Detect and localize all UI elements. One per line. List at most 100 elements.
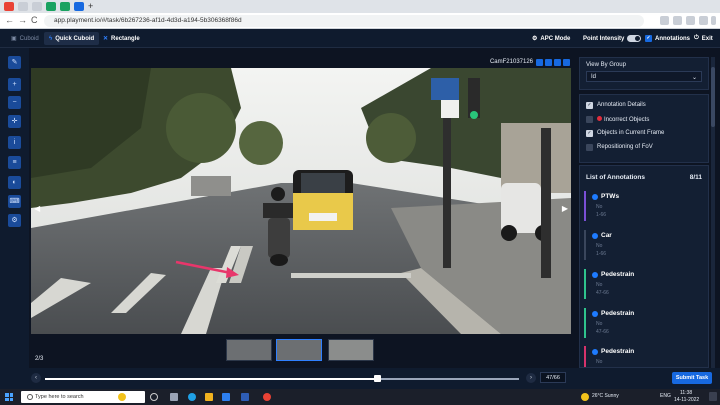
url-field[interactable]: app.playment.io/#/task/6b267236-af1d-4d3… bbox=[44, 15, 644, 27]
expand-icon[interactable] bbox=[563, 59, 570, 66]
timeline-bar: ‹ › 47/66 Submit Task bbox=[0, 368, 720, 389]
color-bar bbox=[584, 346, 586, 367]
settings-icon[interactable]: ⚙ bbox=[8, 214, 21, 227]
objects-current-frame-checkbox[interactable]: ✓ bbox=[586, 130, 593, 137]
back-icon[interactable]: ← bbox=[5, 15, 14, 25]
tab-favicon-icon[interactable] bbox=[18, 2, 28, 11]
panel-scrollbar[interactable] bbox=[711, 57, 715, 368]
windows-start-icon[interactable] bbox=[5, 393, 13, 401]
task-view-icon[interactable] bbox=[150, 393, 158, 401]
crosshair-icon[interactable]: ✛ bbox=[8, 115, 21, 128]
pencil-icon[interactable]: ✎ bbox=[8, 56, 21, 69]
tab-sheets-icon[interactable] bbox=[46, 2, 56, 11]
chevron-down-icon: ⌄ bbox=[691, 75, 697, 81]
clock-date[interactable]: 14-11-2022 bbox=[674, 397, 699, 403]
list-item[interactable]: Car No 1-66 bbox=[584, 230, 702, 260]
os-taskbar: Type here to search 26°C Sunny ENG 11:38… bbox=[0, 389, 720, 405]
layers-icon[interactable]: ≡ bbox=[8, 156, 21, 169]
prev-frame-icon[interactable]: ‹ bbox=[31, 373, 41, 383]
annotation-status: No bbox=[596, 204, 603, 210]
submit-task-button[interactable]: Submit Task bbox=[672, 372, 712, 384]
rectangle-icon: ✕ bbox=[103, 36, 109, 42]
address-bar: ← → C app.playment.io/#/task/6b267236-af… bbox=[0, 13, 720, 29]
widgets-icon[interactable] bbox=[170, 393, 178, 401]
tab-active-icon[interactable] bbox=[74, 2, 84, 11]
annotation-title: Car bbox=[601, 232, 612, 239]
frame-slider-handle[interactable] bbox=[373, 375, 381, 382]
list-item[interactable]: Pedestrain No bbox=[584, 346, 702, 367]
reload-icon[interactable]: C bbox=[31, 15, 38, 25]
annotation-details-checkbox[interactable]: ✓ bbox=[586, 102, 593, 109]
frame-slider[interactable] bbox=[45, 375, 519, 382]
keyboard-icon[interactable]: ⌨ bbox=[8, 195, 21, 208]
point-intensity-toggle[interactable]: Point Intensity bbox=[578, 32, 646, 45]
exit-label: Exit bbox=[701, 35, 713, 42]
group-select[interactable]: Id ⌄ bbox=[586, 71, 702, 82]
eye-icon[interactable] bbox=[554, 59, 561, 66]
zoom-out-icon[interactable]: − bbox=[8, 96, 21, 109]
thumbnail-3[interactable] bbox=[328, 339, 374, 361]
tab-favicon-icon[interactable] bbox=[4, 2, 14, 11]
refresh-icon[interactable] bbox=[536, 59, 543, 66]
pin-icon[interactable] bbox=[545, 59, 552, 66]
checkbox-checked-icon[interactable]: ✓ bbox=[645, 35, 652, 42]
list-item[interactable]: Pedestrain No 47-66 bbox=[584, 308, 702, 338]
view-by-group-section: View By Group Id ⌄ bbox=[579, 57, 709, 90]
forward-icon[interactable]: → bbox=[18, 15, 27, 25]
cuboid-button[interactable]: ▣ Cuboid bbox=[6, 32, 44, 45]
annotation-title: PTWs bbox=[601, 193, 620, 200]
list-item[interactable]: Pedestrain No 47-66 bbox=[584, 269, 702, 299]
annotation-title: Pedestrain bbox=[601, 310, 635, 317]
next-image-icon[interactable]: ▶ bbox=[562, 204, 568, 213]
annotation-details-label: Annotation Details bbox=[597, 102, 646, 108]
zoom-icon[interactable] bbox=[660, 16, 669, 25]
extensions-icon[interactable] bbox=[699, 16, 708, 25]
exit-button[interactable]: ⏻ Exit bbox=[689, 32, 718, 45]
annotations-title: List of Annotations bbox=[586, 174, 645, 181]
file-explorer-icon[interactable] bbox=[205, 393, 213, 401]
news-icon[interactable] bbox=[118, 393, 126, 401]
options-section: ✓ Annotation Details Incorrect Objects ✓… bbox=[579, 94, 709, 163]
color-bar bbox=[584, 308, 586, 338]
prev-image-icon[interactable]: ◀ bbox=[34, 204, 40, 213]
thumbnail-1[interactable] bbox=[226, 339, 272, 361]
quick-cuboid-button[interactable]: ϟ Quick Cuboid bbox=[44, 32, 100, 45]
chrome-icon[interactable] bbox=[263, 393, 271, 401]
annotation-title: Pedestrain bbox=[601, 271, 635, 278]
scrollbar-thumb[interactable] bbox=[711, 67, 715, 127]
language-indicator[interactable]: ENG bbox=[660, 393, 671, 399]
next-frame-icon[interactable]: › bbox=[526, 373, 536, 383]
repositioning-fov-checkbox[interactable] bbox=[586, 144, 593, 151]
new-tab-button[interactable]: + bbox=[88, 2, 98, 11]
frame-slider-fill bbox=[45, 378, 377, 380]
annotations-toggle[interactable]: ✓ Annotations bbox=[640, 32, 695, 45]
camera-label: CamF21037126 bbox=[489, 59, 533, 65]
menu-icon[interactable] bbox=[711, 16, 716, 25]
store-icon[interactable] bbox=[222, 393, 230, 401]
app-toolbar: ▣ Cuboid ϟ Quick Cuboid ✕ Rectangle ⚙ AP… bbox=[0, 29, 720, 48]
incorrect-objects-label: Incorrect Objects bbox=[597, 116, 649, 123]
color-bar bbox=[584, 269, 586, 299]
info-icon[interactable]: i bbox=[8, 136, 21, 149]
object-dot-icon bbox=[592, 311, 598, 317]
edge-icon[interactable] bbox=[188, 393, 196, 401]
bookmark-icon[interactable] bbox=[686, 16, 695, 25]
tab-sheets-icon[interactable] bbox=[60, 2, 70, 11]
notification-icon[interactable] bbox=[709, 392, 717, 401]
rectangle-button[interactable]: ✕ Rectangle bbox=[98, 32, 145, 45]
incorrect-objects-checkbox[interactable] bbox=[586, 116, 593, 123]
zoom-in-icon[interactable]: + bbox=[8, 78, 21, 91]
list-item[interactable]: PTWs No 1-66 bbox=[584, 191, 702, 221]
tab-favicon-icon[interactable] bbox=[32, 2, 42, 11]
apc-mode-button[interactable]: ⚙ APC Mode bbox=[527, 32, 575, 45]
mail-icon[interactable] bbox=[241, 393, 249, 401]
camera-image-canvas[interactable]: ◀ ▶ bbox=[31, 68, 571, 334]
taskbar-search-input[interactable]: Type here to search bbox=[21, 391, 145, 403]
group-select-value: Id bbox=[591, 74, 597, 80]
thumbnail-strip bbox=[226, 337, 376, 364]
point-intensity-label: Point Intensity bbox=[583, 35, 625, 42]
share-icon[interactable] bbox=[673, 16, 682, 25]
clock-time[interactable]: 11:38 bbox=[680, 390, 692, 396]
contrast-icon[interactable]: ◐ bbox=[8, 176, 21, 189]
thumbnail-2[interactable] bbox=[276, 339, 322, 361]
